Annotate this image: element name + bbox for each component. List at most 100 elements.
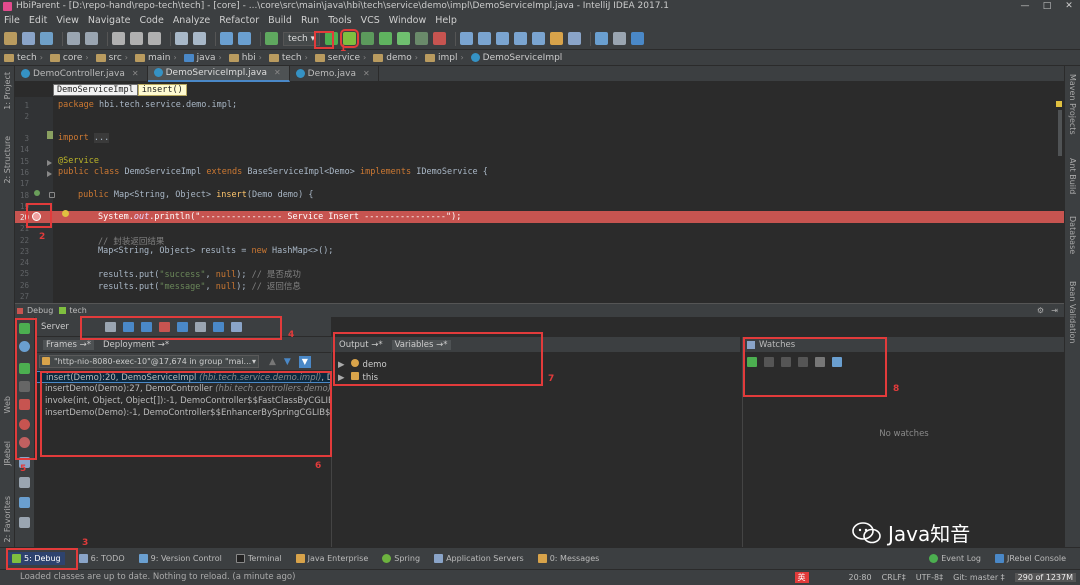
nav-crumb-core[interactable]: core › [49, 53, 92, 63]
menu-refactor[interactable]: Refactor [219, 13, 259, 28]
menu-window[interactable]: Window [389, 13, 426, 28]
cut-icon[interactable] [112, 32, 125, 45]
paste-icon[interactable] [148, 32, 161, 45]
favorites-tool-button[interactable]: 2: Favorites [3, 496, 12, 542]
build-project-icon[interactable] [265, 32, 278, 45]
thread-dropdown[interactable]: "http-nio-8080-exec-10"@17,674 in group … [39, 355, 259, 368]
undo-icon[interactable] [67, 32, 80, 45]
server-tab[interactable]: Server [35, 322, 75, 332]
fold-arrow-icon[interactable] [47, 160, 52, 166]
menu-edit[interactable]: Edit [29, 13, 47, 28]
toolwindow-java-enterprise[interactable]: Java Enterprise [295, 554, 368, 563]
forward-icon[interactable] [238, 32, 251, 45]
hide-panel-icon[interactable]: ⇥ [1051, 306, 1058, 315]
toolwindow-todo[interactable]: 6: TODO [78, 554, 125, 563]
vcs-commit-icon[interactable] [478, 32, 492, 45]
back-icon[interactable] [220, 32, 233, 45]
ime-indicator[interactable]: 英 [794, 571, 809, 583]
toolwindow-event-log[interactable]: Event Log [929, 554, 981, 563]
vcs-revert-icon[interactable] [532, 32, 546, 45]
nav-crumb-impl[interactable]: impl › [424, 53, 467, 63]
menu-file[interactable]: File [4, 13, 20, 28]
menu-vcs[interactable]: VCS [361, 13, 380, 28]
nav-crumb-java[interactable]: java › [183, 53, 225, 63]
settings-gear-icon[interactable]: ⚙ [1037, 306, 1044, 315]
breadcrumb-class[interactable]: DemoServiceImpl [53, 83, 138, 96]
previous-frame-icon[interactable]: ▲ [269, 357, 276, 367]
toolwindow-spring[interactable]: Spring [382, 554, 420, 563]
toolwindow-version-control[interactable]: 9: Version Control [138, 554, 222, 563]
settings-wrench-icon[interactable] [550, 32, 564, 45]
structure-tool-button[interactable]: 2: Structure [3, 136, 12, 184]
toolwindow-application-servers[interactable]: Application Servers [434, 554, 524, 563]
file-encoding[interactable]: UTF-8‡ [916, 573, 943, 582]
run-with-coverage-icon[interactable] [361, 32, 375, 45]
debug-config-tab[interactable]: tech [69, 306, 87, 315]
pin-tab-icon[interactable] [19, 517, 30, 528]
debug-settings-icon[interactable] [19, 497, 30, 508]
minimize-button[interactable]: — [1014, 0, 1036, 13]
nav-crumb-service[interactable]: service › [314, 53, 369, 63]
vcs-history-icon[interactable] [496, 32, 510, 45]
save-all-icon[interactable] [22, 32, 35, 45]
tab-demoserviceimpl[interactable]: DemoServiceImpl.java ✕ [147, 65, 290, 82]
stop-gray-icon[interactable] [415, 32, 429, 45]
breadcrumb-method[interactable]: insert() [137, 83, 187, 96]
close-button[interactable]: ✕ [1058, 0, 1080, 13]
bean-validation-tool-button[interactable]: Bean Validation [1068, 281, 1077, 343]
menu-analyze[interactable]: Analyze [173, 13, 210, 28]
menu-navigate[interactable]: Navigate [88, 13, 131, 28]
tab-demo[interactable]: Demo.java ✕ [290, 65, 379, 82]
fold-marker-icon[interactable] [47, 131, 53, 139]
restore-layout-icon[interactable] [19, 477, 30, 488]
fold-arrow-icon[interactable] [47, 171, 52, 177]
replace-icon[interactable] [193, 32, 206, 45]
menu-run[interactable]: Run [301, 13, 319, 28]
database-tool-button[interactable]: Database [1068, 216, 1077, 254]
synchronize-icon[interactable] [40, 32, 53, 45]
jrebel-run-icon[interactable] [379, 32, 393, 45]
nav-crumb-hbi[interactable]: hbi › [228, 53, 265, 63]
tab-democontroller[interactable]: DemoController.java ✕ [15, 65, 148, 82]
sdk-manager-icon[interactable] [595, 32, 609, 45]
intention-bulb-icon[interactable] [62, 210, 69, 217]
open-folder-icon[interactable] [4, 32, 17, 45]
toolwindow-jrebel-console[interactable]: JRebel Console [994, 554, 1066, 563]
toolwindow-terminal[interactable]: Terminal [235, 554, 282, 563]
implements-gutter-icon[interactable] [34, 190, 40, 196]
vcs-compare-icon[interactable] [514, 32, 528, 45]
menu-view[interactable]: View [56, 13, 79, 28]
tab-deployment[interactable]: Deployment →* [100, 340, 172, 350]
editor-scrollbar[interactable] [1058, 110, 1062, 156]
jrebel-tool-button[interactable]: JRebel [3, 441, 12, 466]
project-tool-button[interactable]: 1: Project [3, 72, 12, 110]
close-tab-icon[interactable]: ✕ [363, 69, 370, 78]
tab-frames[interactable]: Frames →* [43, 339, 94, 350]
vcs-update-icon[interactable] [460, 32, 474, 45]
nav-crumb-main[interactable]: main › [134, 53, 180, 63]
git-branch[interactable]: Git: master ‡ [953, 573, 1005, 582]
nav-crumb-demo[interactable]: demo › [373, 53, 421, 63]
find-icon[interactable] [175, 32, 188, 45]
nav-crumb-tech-pkg[interactable]: tech › [268, 53, 311, 63]
close-tab-icon[interactable]: ✕ [132, 69, 139, 78]
web-tool-button[interactable]: Web [3, 396, 12, 413]
maven-projects-tool-button[interactable]: Maven Projects [1068, 74, 1077, 135]
menu-tools[interactable]: Tools [328, 13, 351, 28]
menu-code[interactable]: Code [139, 13, 163, 28]
help-question-icon[interactable] [613, 32, 627, 45]
next-frame-icon[interactable]: ▼ [284, 357, 291, 367]
line-separator[interactable]: CRLF‡ [882, 573, 906, 582]
copy-icon[interactable] [130, 32, 143, 45]
nav-crumb-tech[interactable]: tech › [4, 53, 46, 63]
fold-collapse-icon[interactable] [49, 192, 55, 198]
inspection-status-icon[interactable] [1056, 101, 1062, 107]
nav-crumb-src[interactable]: src › [95, 53, 131, 63]
close-tab-icon[interactable]: ✕ [274, 68, 281, 77]
status-message[interactable]: Loaded classes are up to date. Nothing t… [20, 572, 295, 582]
memory-indicator[interactable]: 290 of 1237M [1014, 572, 1076, 582]
stop-icon[interactable] [433, 32, 447, 45]
toolwindow-messages[interactable]: 0: Messages [537, 554, 599, 563]
project-structure-icon[interactable] [568, 32, 582, 45]
jrebel-debug-icon[interactable] [397, 32, 411, 45]
